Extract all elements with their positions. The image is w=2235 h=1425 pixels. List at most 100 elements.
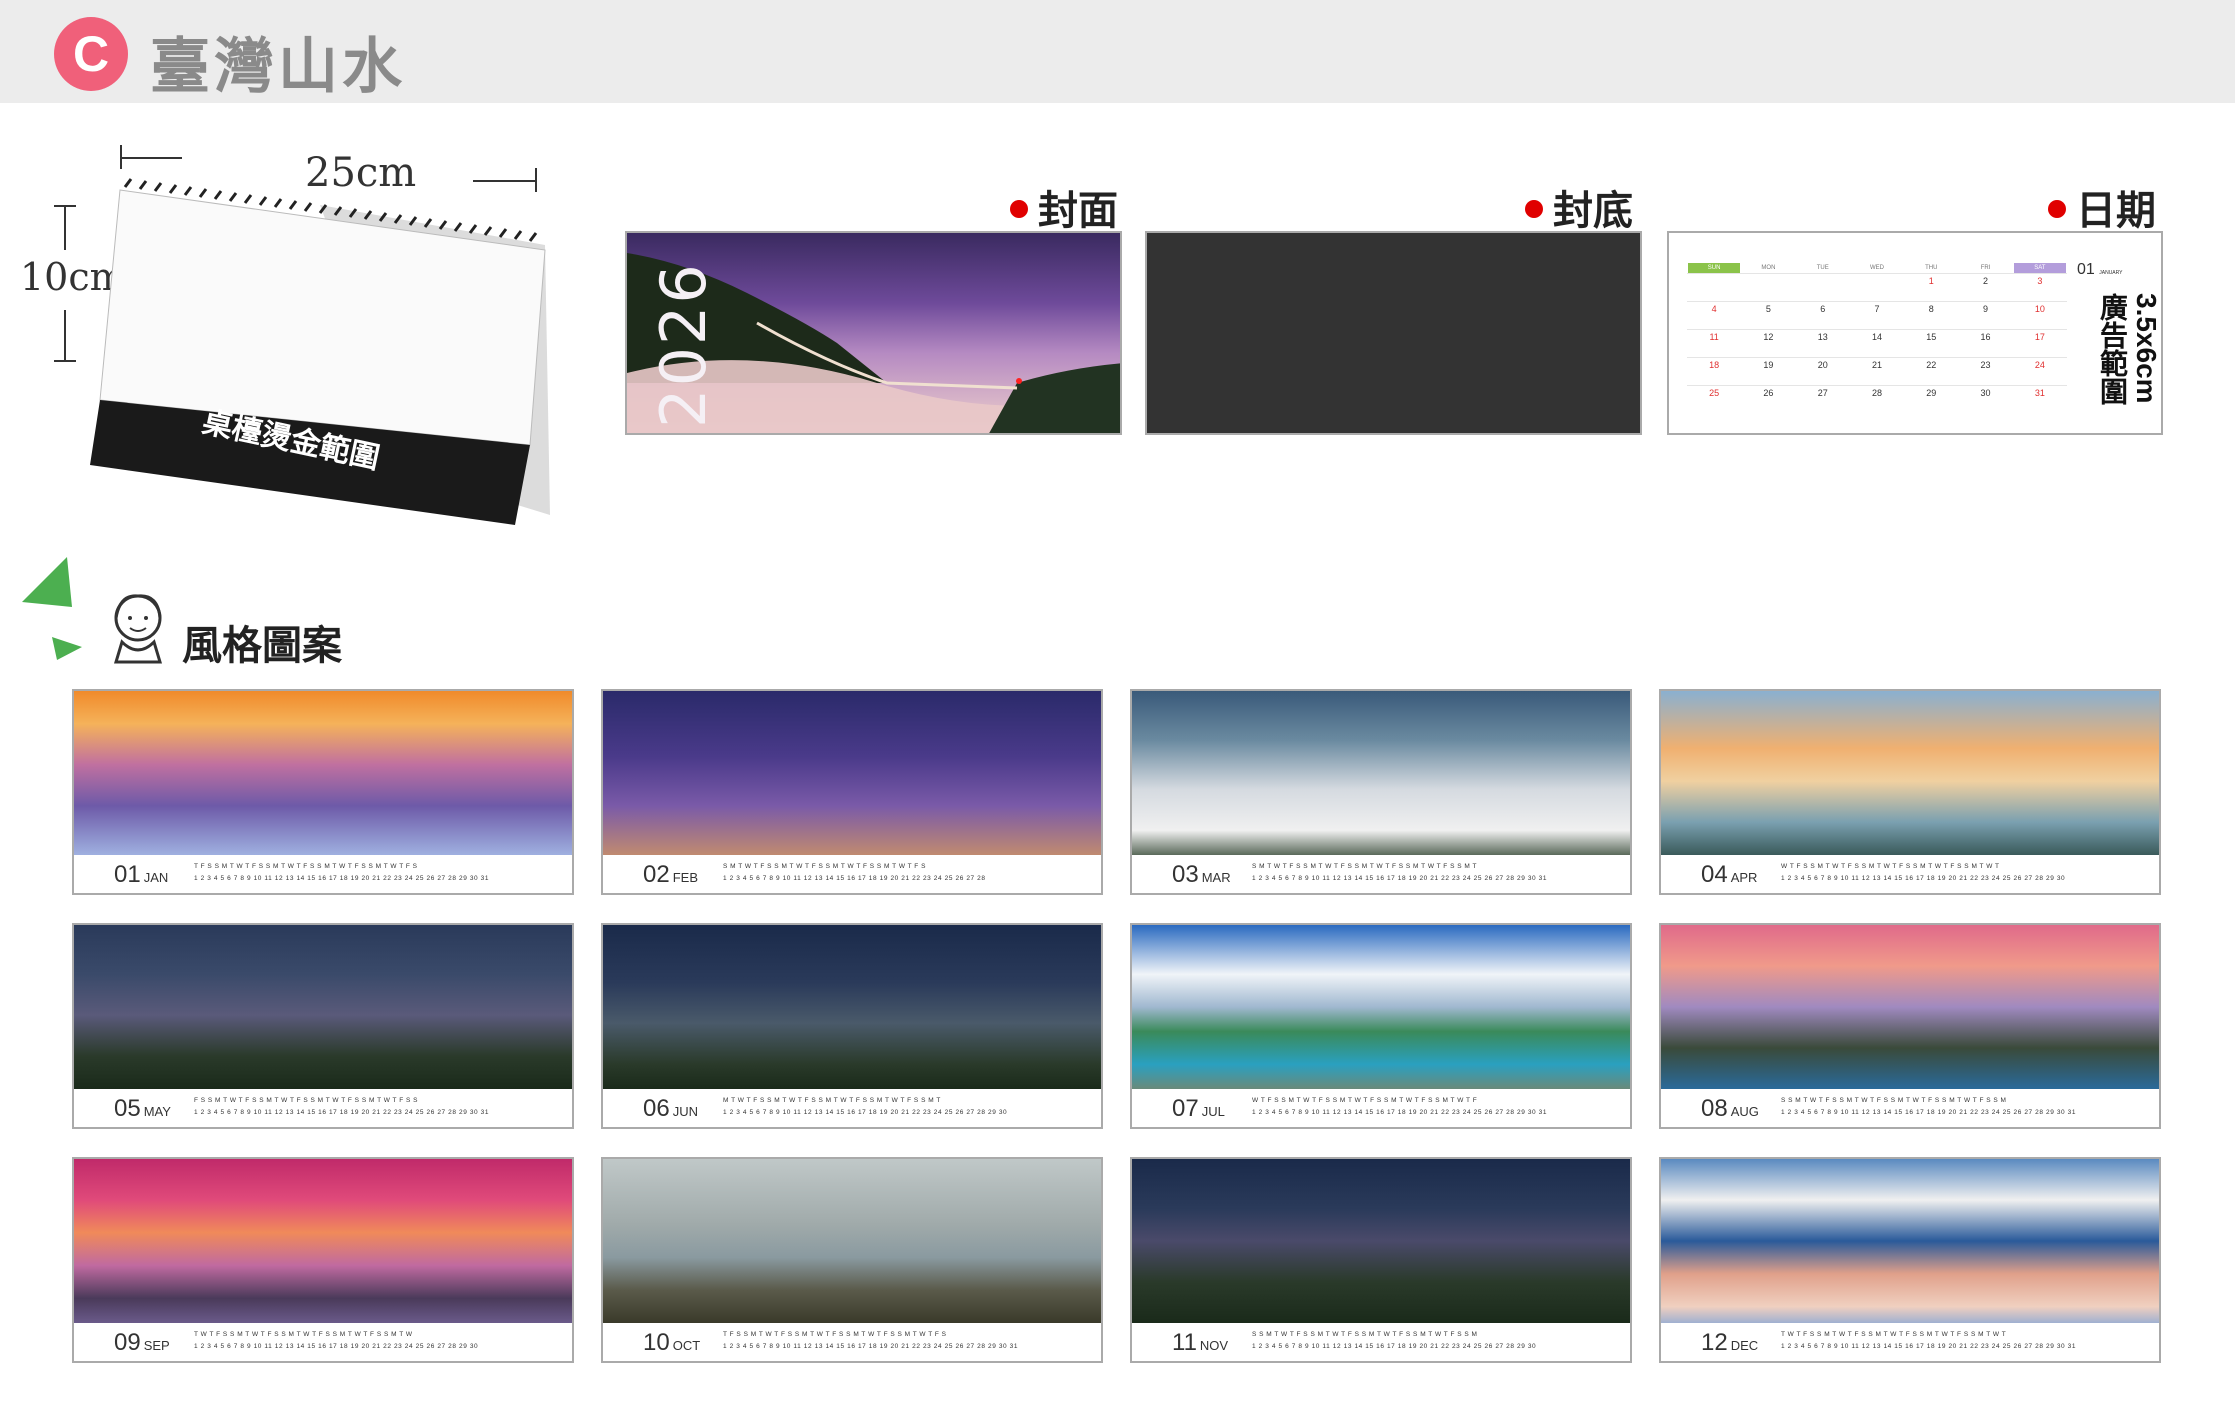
- month-number: 11 NOV: [1172, 1329, 1229, 1356]
- day-cell: 12: [1763, 332, 1774, 342]
- day-cell: 22: [1926, 360, 1937, 370]
- day-cell: 11: [1709, 332, 1719, 342]
- day-cell: [1796, 274, 1850, 301]
- day-cell: 30: [1980, 388, 1991, 398]
- day-number-strip: 1 2 3 4 5 6 7 8 9 10 11 12 13 14 15 16 1…: [723, 1109, 1008, 1116]
- month-number: 04 APR: [1701, 861, 1758, 888]
- weekday-strip: T F S S M T W T F S S M T W T F S S M T …: [723, 1331, 947, 1338]
- month-photo: [1661, 1159, 2159, 1323]
- month-tile-apr: 04 APR W T F S S M T W T F S S M T W T F …: [1659, 689, 2161, 895]
- month-number: 08 AUG: [1701, 1095, 1759, 1122]
- month-photo: [1132, 925, 1630, 1089]
- day-cell: 21: [1871, 360, 1882, 370]
- month-tile-aug: 08 AUG S S M T W T F S S M T W T F S S M …: [1659, 923, 2161, 1129]
- day-cell: 16: [1980, 332, 1991, 342]
- date-strip: 08 AUG S S M T W T F S S M T W T F S S M …: [1661, 1089, 2159, 1127]
- date-strip: 04 APR W T F S S M T W T F S S M T W T F …: [1661, 855, 2159, 893]
- cover-year: 2026: [647, 262, 720, 428]
- month-tile-jun: 06 JUN M T W T F S S M T W T F S S M T W …: [601, 923, 1103, 1129]
- day-cell: 14: [1871, 332, 1882, 342]
- month-photo: [1661, 691, 2159, 855]
- day-cell: 8: [1928, 304, 1934, 314]
- month-tile-oct: 10 OCT T F S S M T W T F S S M T W T F S …: [601, 1157, 1103, 1363]
- month-label: 01 JANUARY: [2077, 261, 2123, 278]
- date-strip: 06 JUN M T W T F S S M T W T F S S M T W …: [603, 1089, 1101, 1127]
- weekday-strip: W T F S S M T W T F S S M T W T F S S M …: [1781, 863, 2000, 870]
- month-photo: [1132, 1159, 1630, 1323]
- day-cell: 25: [1709, 388, 1720, 398]
- girl-doodle-icon: [113, 594, 163, 664]
- styles-section-label: 風格圖案: [182, 624, 342, 668]
- day-cell: 6: [1820, 304, 1826, 314]
- day-number-strip: 1 2 3 4 5 6 7 8 9 10 11 12 13 14 15 16 1…: [1781, 1109, 2077, 1116]
- month-number: 10 OCT: [643, 1329, 701, 1356]
- month-number: 05 MAY: [114, 1095, 171, 1122]
- month-tile-jan: 01 JAN T F S S M T W T F S S M T W T F S …: [72, 689, 574, 895]
- day-cell: [1850, 274, 1904, 301]
- day-cell: [1741, 274, 1795, 301]
- weekday-sun: SUN: [1688, 263, 1741, 273]
- month-photo: [74, 1159, 572, 1323]
- month-number: 12 DEC: [1701, 1329, 1759, 1356]
- date-strip: 09 SEP T W T F S S M T W T F S S M T W T …: [74, 1323, 572, 1361]
- month-photo: [1132, 691, 1630, 855]
- month-number: 06 JUN: [643, 1095, 698, 1122]
- day-cell: 5: [1765, 304, 1771, 314]
- date-strip: 01 JAN T F S S M T W T F S S M T W T F S …: [74, 855, 572, 893]
- day-cell: 17: [2034, 332, 2045, 342]
- day-cell: 24: [2034, 360, 2045, 370]
- weekday-strip: S M T W T F S S M T W T F S S M T W T F …: [1252, 863, 1477, 870]
- back-section-label: 封底: [1525, 178, 1633, 236]
- ad-range-label: 3.5x6cm 廣告範圍: [2097, 293, 2162, 405]
- height-line-top: [64, 205, 66, 250]
- date-sample-panel: SUN MON TUE WED THU FRI SAT 1 2 3 4 5 6 …: [1667, 231, 2163, 435]
- date-strip: 11 NOV S S M T W T F S S M T W T F S S M …: [1132, 1323, 1630, 1361]
- red-dot-icon: [1010, 200, 1028, 219]
- weekday-header: SUN MON TUE WED THU FRI SAT: [1687, 263, 2067, 273]
- day-cell: 4: [1711, 304, 1717, 314]
- day-cell: 26: [1763, 388, 1774, 398]
- date-strip: 07 JUL W T F S S M T W T F S S M T W T F …: [1132, 1089, 1630, 1127]
- weekday-strip: T W T F S S M T W T F S S M T W T F S S …: [1781, 1331, 2007, 1338]
- day-cell: 7: [1874, 304, 1880, 314]
- weekday-strip: F S S M T W T F S S M T W T F S S M T W …: [194, 1097, 418, 1104]
- month-number: 02 FEB: [643, 861, 698, 888]
- day-number-strip: 1 2 3 4 5 6 7 8 9 10 11 12 13 14 15 16 1…: [1252, 875, 1548, 882]
- red-dot-icon: [1525, 200, 1543, 219]
- day-cell: 2: [1983, 276, 1989, 286]
- height-tick-bottom: [54, 360, 76, 362]
- day-number-strip: 1 2 3 4 5 6 7 8 9 10 11 12 13 14 15 16 1…: [1252, 1109, 1548, 1116]
- day-cell: 28: [1871, 388, 1882, 398]
- day-number-strip: 1 2 3 4 5 6 7 8 9 10 11 12 13 14 15 16 1…: [1781, 1343, 2077, 1350]
- weekday-fri: FRI: [1980, 265, 1991, 271]
- week-row: 4 5 6 7 8 9 10: [1687, 301, 2067, 329]
- month-photo: [603, 691, 1101, 855]
- height-line-bottom: [64, 310, 66, 360]
- month-tile-sep: 09 SEP T W T F S S M T W T F S S M T W T …: [72, 1157, 574, 1363]
- weekday-sat: SAT: [2013, 263, 2066, 273]
- header-bar: C 臺灣山水: [0, 0, 2235, 103]
- date-strip: 10 OCT T F S S M T W T F S S M T W T F S …: [603, 1323, 1101, 1361]
- month-number: 03 MAR: [1172, 861, 1231, 888]
- month-tile-dec: 12 DEC T W T F S S M T W T F S S M T W T …: [1659, 1157, 2161, 1363]
- month-photo: [603, 925, 1101, 1089]
- month-number: 07 JUL: [1172, 1095, 1225, 1122]
- month-photo: [603, 1159, 1101, 1323]
- month-tile-feb: 02 FEB S M T W T F S S M T W T F S S M T …: [601, 689, 1103, 895]
- date-strip: 05 MAY F S S M T W T F S S M T W T F S S …: [74, 1089, 572, 1127]
- weekday-tue: TUE: [1816, 265, 1829, 271]
- day-cell: 13: [1817, 332, 1828, 342]
- month-tile-mar: 03 MAR S M T W T F S S M T W T F S S M T …: [1130, 689, 1632, 895]
- day-cell: 9: [1983, 304, 1989, 314]
- week-row: 11 12 13 14 15 16 17: [1687, 329, 2067, 357]
- day-cell: 15: [1926, 332, 1937, 342]
- month-tile-jul: 07 JUL W T F S S M T W T F S S M T W T F …: [1130, 923, 1632, 1129]
- month-photo: [1661, 925, 2159, 1089]
- width-line-left: [120, 157, 182, 159]
- weekday-strip: W T F S S M T W T F S S M T W T F S S M …: [1252, 1097, 1478, 1104]
- weekday-strip: S M T W T F S S M T W T F S S M T W T F …: [723, 863, 926, 870]
- dates-section-label: 日期: [2048, 178, 2156, 236]
- day-cell: 3: [2037, 276, 2043, 286]
- day-number-strip: 1 2 3 4 5 6 7 8 9 10 11 12 13 14 15 16 1…: [723, 875, 986, 882]
- day-number-strip: 1 2 3 4 5 6 7 8 9 10 11 12 13 14 15 16 1…: [194, 1109, 490, 1116]
